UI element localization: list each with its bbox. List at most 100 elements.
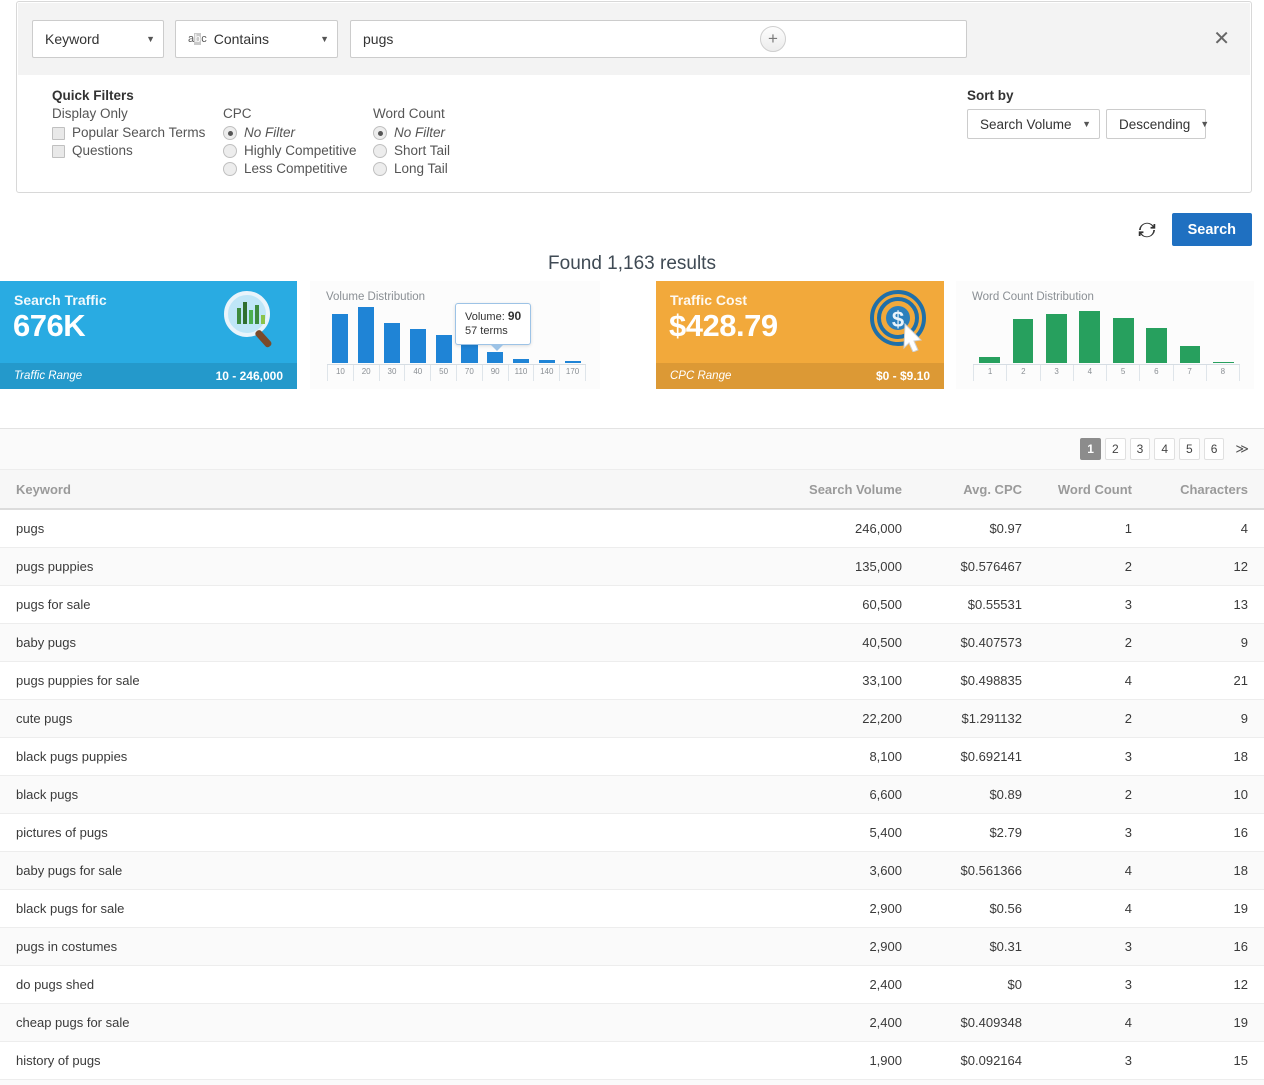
checkbox-questions[interactable]: Questions bbox=[52, 142, 242, 160]
chart-bar[interactable] bbox=[1146, 328, 1167, 363]
table-row[interactable]: cheap pugs for sale2,400$0.409348419 bbox=[0, 1004, 1264, 1042]
axis-tick-label: 5 bbox=[1106, 365, 1139, 381]
column-header-word-count[interactable]: Word Count bbox=[1038, 470, 1148, 509]
chart-bar-cell bbox=[405, 307, 431, 363]
column-header-characters[interactable]: Characters bbox=[1148, 470, 1264, 509]
cell-characters: 4 bbox=[1148, 509, 1264, 548]
cell-search-volume: 40,500 bbox=[700, 624, 918, 662]
radio-wordcount-short-tail[interactable]: Short Tail bbox=[373, 142, 533, 160]
chart-bar[interactable] bbox=[1046, 314, 1067, 363]
sort-field-select[interactable]: Search Volume ▼ bbox=[967, 109, 1100, 139]
radio-icon bbox=[223, 162, 237, 176]
chart-bar[interactable] bbox=[539, 360, 555, 363]
cell-avg-cpc: $0.48 bbox=[918, 1080, 1038, 1085]
chart-bar[interactable] bbox=[1213, 362, 1234, 363]
chart-bar[interactable] bbox=[436, 335, 452, 363]
radio-cpc-no-filter[interactable]: No Filter bbox=[223, 124, 378, 142]
cell-word-count: 1 bbox=[1038, 509, 1148, 548]
chart-bar[interactable] bbox=[1013, 319, 1034, 363]
table-row[interactable]: do pugs shed2,400$0312 bbox=[0, 966, 1264, 1004]
pagination: 123456≫ bbox=[0, 429, 1264, 470]
radio-icon bbox=[373, 144, 387, 158]
pagination-page-3[interactable]: 3 bbox=[1130, 438, 1151, 460]
column-header-keyword[interactable]: Keyword bbox=[0, 470, 700, 509]
table-row[interactable]: cute pugs22,200$1.29113229 bbox=[0, 700, 1264, 738]
cell-avg-cpc: $0.576467 bbox=[918, 548, 1038, 586]
cell-avg-cpc: $0.561366 bbox=[918, 852, 1038, 890]
table-row[interactable]: pictures of pugs5,400$2.79316 bbox=[0, 814, 1264, 852]
filter-operator-select[interactable]: abc Contains ▼ bbox=[175, 20, 338, 58]
cell-word-count: 4 bbox=[1038, 662, 1148, 700]
table-row[interactable]: pugs for sale60,500$0.55531313 bbox=[0, 586, 1264, 624]
chart-bar-cell bbox=[1140, 307, 1173, 363]
table-row[interactable]: pugs246,000$0.9714 bbox=[0, 509, 1264, 548]
pagination-page-2[interactable]: 2 bbox=[1105, 438, 1126, 460]
table-row[interactable]: pugs puppies for sale33,100$0.498835421 bbox=[0, 662, 1264, 700]
traffic-range-label: Traffic Range bbox=[14, 370, 82, 382]
pagination-page-6[interactable]: 6 bbox=[1204, 438, 1225, 460]
axis-tick-label: 8 bbox=[1206, 365, 1240, 381]
chart-bar[interactable] bbox=[979, 357, 1000, 363]
chart-bar[interactable] bbox=[513, 359, 529, 363]
refresh-icon[interactable] bbox=[1136, 219, 1158, 241]
column-header-search-volume[interactable]: Search Volume bbox=[700, 470, 918, 509]
pagination-page-1[interactable]: 1 bbox=[1080, 438, 1101, 460]
filter-row: Keyword ▼ abc Contains ▼ + ✕ bbox=[18, 3, 1250, 75]
chart-bar[interactable] bbox=[332, 314, 348, 363]
table-row[interactable]: baby pugs40,500$0.40757329 bbox=[0, 624, 1264, 662]
radio-cpc-less-competitive[interactable]: Less Competitive bbox=[223, 160, 378, 178]
pagination-page-4[interactable]: 4 bbox=[1154, 438, 1175, 460]
sort-by-section: Sort by Search Volume ▼ Descending ▼ bbox=[967, 88, 1206, 139]
chart-bar-cell bbox=[973, 307, 1006, 363]
search-button[interactable]: Search bbox=[1172, 213, 1252, 246]
cell-keyword: black pugs bbox=[0, 776, 700, 814]
sort-direction-select[interactable]: Descending ▼ bbox=[1106, 109, 1206, 139]
chart-bar-cell bbox=[1207, 307, 1240, 363]
volume-distribution-ticks: 10203040507090110140170 bbox=[327, 365, 586, 381]
cpc-range-value: $0 - $9.10 bbox=[876, 369, 930, 383]
chart-bar[interactable] bbox=[461, 343, 477, 363]
keyword-research-page: Keyword ▼ abc Contains ▼ + ✕ Quick Filte… bbox=[0, 0, 1264, 1085]
table-row[interactable]: pugs in costumes2,900$0.31316 bbox=[0, 928, 1264, 966]
table-row[interactable]: baby pugs for sale3,600$0.561366418 bbox=[0, 852, 1264, 890]
cell-search-volume: 60,500 bbox=[700, 586, 918, 624]
chart-bar[interactable] bbox=[358, 307, 374, 363]
chart-bar-cell bbox=[1107, 307, 1140, 363]
target-dollar-cursor-icon: $ bbox=[867, 288, 931, 352]
table-row[interactable]: pugs puppies135,000$0.576467212 bbox=[0, 548, 1264, 586]
chart-bar-cell bbox=[560, 307, 586, 363]
radio-wordcount-long-tail[interactable]: Long Tail bbox=[373, 160, 533, 178]
chart-bar-cell bbox=[1006, 307, 1039, 363]
chart-bar[interactable] bbox=[1079, 311, 1100, 363]
option-label: No Filter bbox=[244, 124, 295, 142]
radio-icon bbox=[373, 126, 387, 140]
radio-cpc-highly-competitive[interactable]: Highly Competitive bbox=[223, 142, 378, 160]
chart-bar[interactable] bbox=[565, 361, 581, 363]
search-term-input[interactable] bbox=[351, 21, 785, 57]
chart-bar[interactable] bbox=[1180, 346, 1201, 363]
cell-search-volume: 3,600 bbox=[700, 852, 918, 890]
checkbox-popular-search-terms[interactable]: Popular Search Terms bbox=[52, 124, 242, 142]
table-row[interactable]: history of pugs1,900$0.092164315 bbox=[0, 1042, 1264, 1080]
chart-bar[interactable] bbox=[487, 352, 503, 363]
table-row[interactable]: black pugs puppies8,100$0.692141318 bbox=[0, 738, 1264, 776]
table-row[interactable]: black pugs for sale2,900$0.56419 bbox=[0, 890, 1264, 928]
column-header-avg-cpc[interactable]: Avg. CPC bbox=[918, 470, 1038, 509]
cell-avg-cpc: $0.092164 bbox=[918, 1042, 1038, 1080]
chart-bar[interactable] bbox=[384, 323, 400, 363]
remove-filter-button[interactable]: ✕ bbox=[1207, 25, 1236, 53]
filter-field-select[interactable]: Keyword ▼ bbox=[32, 20, 164, 58]
chart-bar[interactable] bbox=[410, 329, 426, 363]
option-label: Long Tail bbox=[394, 160, 448, 178]
chart-bar[interactable] bbox=[1113, 318, 1134, 363]
table-row[interactable]: pugs for free1,900$0.48313 bbox=[0, 1080, 1264, 1085]
add-term-button[interactable]: + bbox=[760, 26, 786, 52]
table-row[interactable]: black pugs6,600$0.89210 bbox=[0, 776, 1264, 814]
search-traffic-card: Search Traffic 676K Traffic Range 10 - 2… bbox=[0, 281, 297, 389]
pagination-page-5[interactable]: 5 bbox=[1179, 438, 1200, 460]
word-count-distribution-chart: Word Count Distribution 12345678 bbox=[956, 281, 1254, 389]
cell-word-count: 4 bbox=[1038, 1004, 1148, 1042]
radio-wordcount-no-filter[interactable]: No Filter bbox=[373, 124, 533, 142]
traffic-cost-title: Traffic Cost bbox=[670, 292, 747, 308]
pagination-next-button[interactable]: ≫ bbox=[1228, 438, 1256, 460]
